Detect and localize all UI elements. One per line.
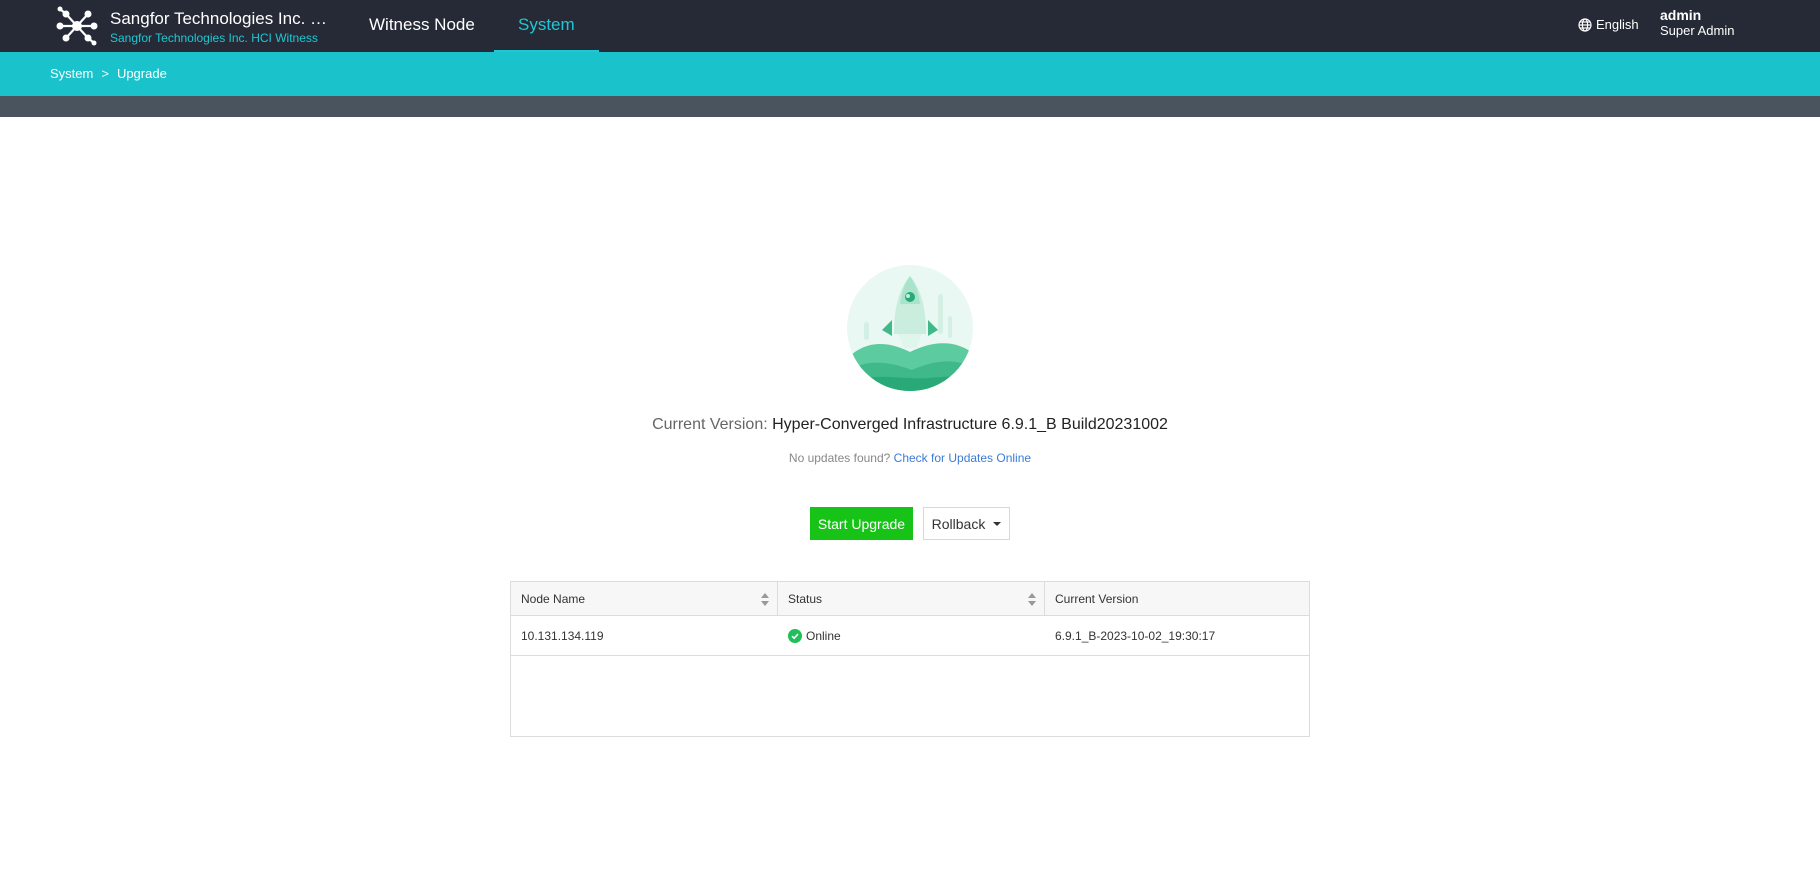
- language-selector[interactable]: English: [1578, 17, 1639, 32]
- brand-title: Sangfor Technologies Inc. HCI Witness: [110, 9, 330, 28]
- user-menu[interactable]: admin Super Admin: [1660, 8, 1734, 39]
- column-node-name-label: Node Name: [521, 592, 586, 606]
- sort-icon[interactable]: [761, 593, 769, 607]
- toolbar-strip: [0, 96, 1820, 117]
- table-row[interactable]: 10.131.134.119 Online 6.9.1_B-2023-10-02…: [511, 616, 1309, 656]
- cell-current-version: 6.9.1_B-2023-10-02_19:30:17: [1055, 629, 1216, 643]
- language-label: English: [1596, 17, 1639, 32]
- user-name: admin: [1660, 7, 1702, 23]
- table-header: Node Name Status Current Version: [511, 582, 1309, 616]
- column-current-version: Current Version: [1045, 582, 1309, 616]
- column-current-version-label: Current Version: [1055, 592, 1139, 606]
- rocket-illustration-icon: [847, 265, 973, 391]
- updates-line: No updates found? Check for Updates Onli…: [0, 451, 1820, 465]
- check-circle-icon: [788, 629, 802, 643]
- breadcrumb-separator: >: [101, 66, 109, 81]
- network-nodes-logo-icon[interactable]: [54, 6, 100, 46]
- user-role: Super Admin: [1660, 23, 1735, 38]
- nav-witness-node[interactable]: Witness Node: [345, 0, 499, 52]
- globe-icon: [1578, 17, 1592, 32]
- column-node-name[interactable]: Node Name: [511, 582, 778, 616]
- no-updates-text: No updates found?: [788, 451, 891, 465]
- chevron-down-icon: [993, 521, 1002, 526]
- cell-status: Online: [778, 616, 1045, 656]
- breadcrumb-system[interactable]: System: [50, 66, 93, 81]
- rollback-button[interactable]: Rollback: [923, 507, 1010, 540]
- current-version-label: Current Version:: [652, 416, 768, 433]
- brand-subtitle: Sangfor Technologies Inc. HCI Witness: [110, 31, 318, 45]
- node-table: Node Name Status Current Version 10.131.…: [510, 581, 1310, 737]
- status-text: Online: [806, 629, 841, 643]
- sort-icon[interactable]: [1028, 593, 1036, 607]
- rollback-label: Rollback: [931, 515, 986, 532]
- column-status-label: Status: [788, 592, 823, 606]
- cell-node-name: 10.131.134.119: [521, 629, 604, 643]
- breadcrumb-upgrade: Upgrade: [116, 66, 167, 81]
- breadcrumb-bar: System > Upgrade: [0, 52, 1820, 96]
- current-version-line: Current Version: Hyper-Converged Infrast…: [0, 416, 1820, 434]
- nav-system[interactable]: System: [494, 0, 599, 52]
- breadcrumb: System > Upgrade: [50, 66, 167, 81]
- current-version-value: Hyper-Converged Infrastructure 6.9.1_B B…: [772, 416, 1168, 433]
- top-header: Sangfor Technologies Inc. HCI Witness Sa…: [0, 0, 1820, 52]
- start-upgrade-button[interactable]: Start Upgrade: [810, 507, 913, 540]
- column-status[interactable]: Status: [778, 582, 1045, 616]
- check-updates-link[interactable]: Check for Updates Online: [894, 451, 1031, 465]
